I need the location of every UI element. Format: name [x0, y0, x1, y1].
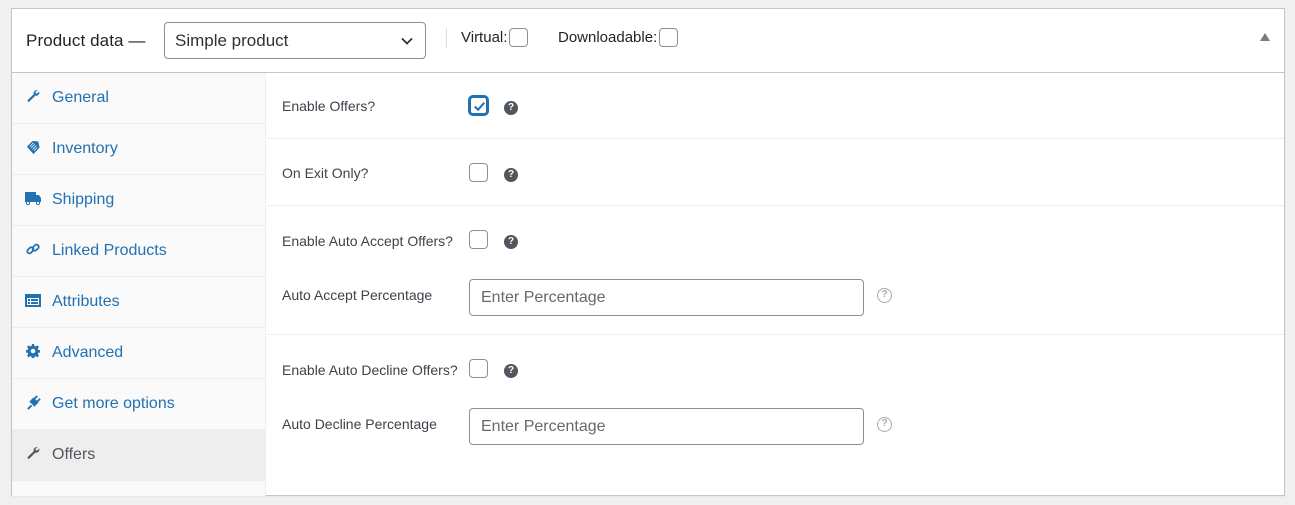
auto-decline-enable-label: Enable Auto Decline Offers? [282, 362, 458, 378]
tab-attributes[interactable]: Attributes [12, 277, 265, 328]
virtual-checkbox[interactable] [509, 28, 529, 47]
header-divider [446, 28, 447, 48]
tab-general[interactable]: General [12, 73, 265, 124]
tab-label: Offers [52, 446, 96, 463]
downloadable-checkbox[interactable] [659, 28, 679, 47]
auto-decline-percentage-input[interactable] [469, 408, 864, 445]
auto-accept-percentage-input[interactable] [469, 279, 864, 316]
enable-offers-label: Enable Offers? [282, 98, 376, 114]
tab-label: Linked Products [52, 242, 167, 259]
virtual-label: Virtual: [461, 29, 508, 46]
product-type-value: Simple product [175, 30, 289, 50]
truck-icon [25, 190, 41, 206]
tag-icon [25, 139, 41, 155]
on-exit-only-section: On Exit Only? ? [267, 139, 1284, 206]
product-type-select[interactable]: Simple product [164, 22, 426, 59]
tab-shipping[interactable]: Shipping [12, 175, 265, 226]
plug-icon [25, 394, 41, 410]
wrench-icon [25, 445, 41, 461]
tab-label: General [52, 89, 109, 106]
enable-offers-checkbox[interactable] [469, 96, 488, 115]
product-data-panel: Product data — Simple product Virtual: D… [11, 8, 1285, 496]
product-data-tabs: General Inventory Shipping Linked Produc… [12, 73, 266, 496]
on-exit-only-label: On Exit Only? [282, 165, 369, 181]
help-outline-icon[interactable]: ? [877, 417, 892, 432]
auto-decline-section: Enable Auto Decline Offers? ? Auto Decli… [267, 335, 1284, 495]
tab-offers[interactable]: Offers [12, 430, 265, 481]
panel-header: Product data — Simple product Virtual: D… [12, 9, 1284, 73]
gear-icon [25, 343, 41, 359]
help-icon[interactable]: ? [504, 235, 518, 249]
panel-title: Product data — [26, 30, 146, 50]
link-icon [25, 241, 41, 257]
auto-decline-percentage-label: Auto Decline Percentage [282, 416, 437, 432]
chevron-down-icon [401, 37, 413, 45]
offers-panel: Enable Offers? ? On Exit Only? ? Enable … [267, 73, 1284, 496]
triangle-up-icon[interactable] [1260, 33, 1270, 41]
enable-offers-section: Enable Offers? ? [267, 73, 1284, 139]
help-icon[interactable]: ? [504, 101, 518, 115]
virtual-option[interactable]: Virtual: [461, 28, 529, 47]
tab-label: Inventory [52, 140, 118, 157]
checkmark-icon [474, 102, 485, 112]
auto-accept-checkbox[interactable] [469, 230, 488, 249]
list-card-icon [25, 292, 41, 308]
tab-get-more-options[interactable]: Get more options [12, 379, 265, 430]
downloadable-label: Downloadable: [558, 29, 658, 46]
tab-label: Get more options [52, 395, 175, 412]
help-icon[interactable]: ? [504, 364, 518, 378]
tab-linked-products[interactable]: Linked Products [12, 226, 265, 277]
tab-advanced[interactable]: Advanced [12, 328, 265, 379]
help-icon[interactable]: ? [504, 168, 518, 182]
tab-inventory[interactable]: Inventory [12, 124, 265, 175]
auto-accept-enable-label: Enable Auto Accept Offers? [282, 233, 453, 249]
tab-label: Shipping [52, 191, 115, 208]
auto-accept-percentage-label: Auto Accept Percentage [282, 287, 433, 303]
on-exit-only-checkbox[interactable] [469, 163, 488, 182]
auto-decline-checkbox[interactable] [469, 359, 488, 378]
wrench-icon [25, 88, 41, 104]
tab-label: Advanced [52, 344, 124, 361]
tab-label: Attributes [52, 293, 120, 310]
help-outline-icon[interactable]: ? [877, 288, 892, 303]
downloadable-option[interactable]: Downloadable: [558, 28, 679, 47]
auto-accept-section: Enable Auto Accept Offers? ? Auto Accept… [267, 206, 1284, 335]
